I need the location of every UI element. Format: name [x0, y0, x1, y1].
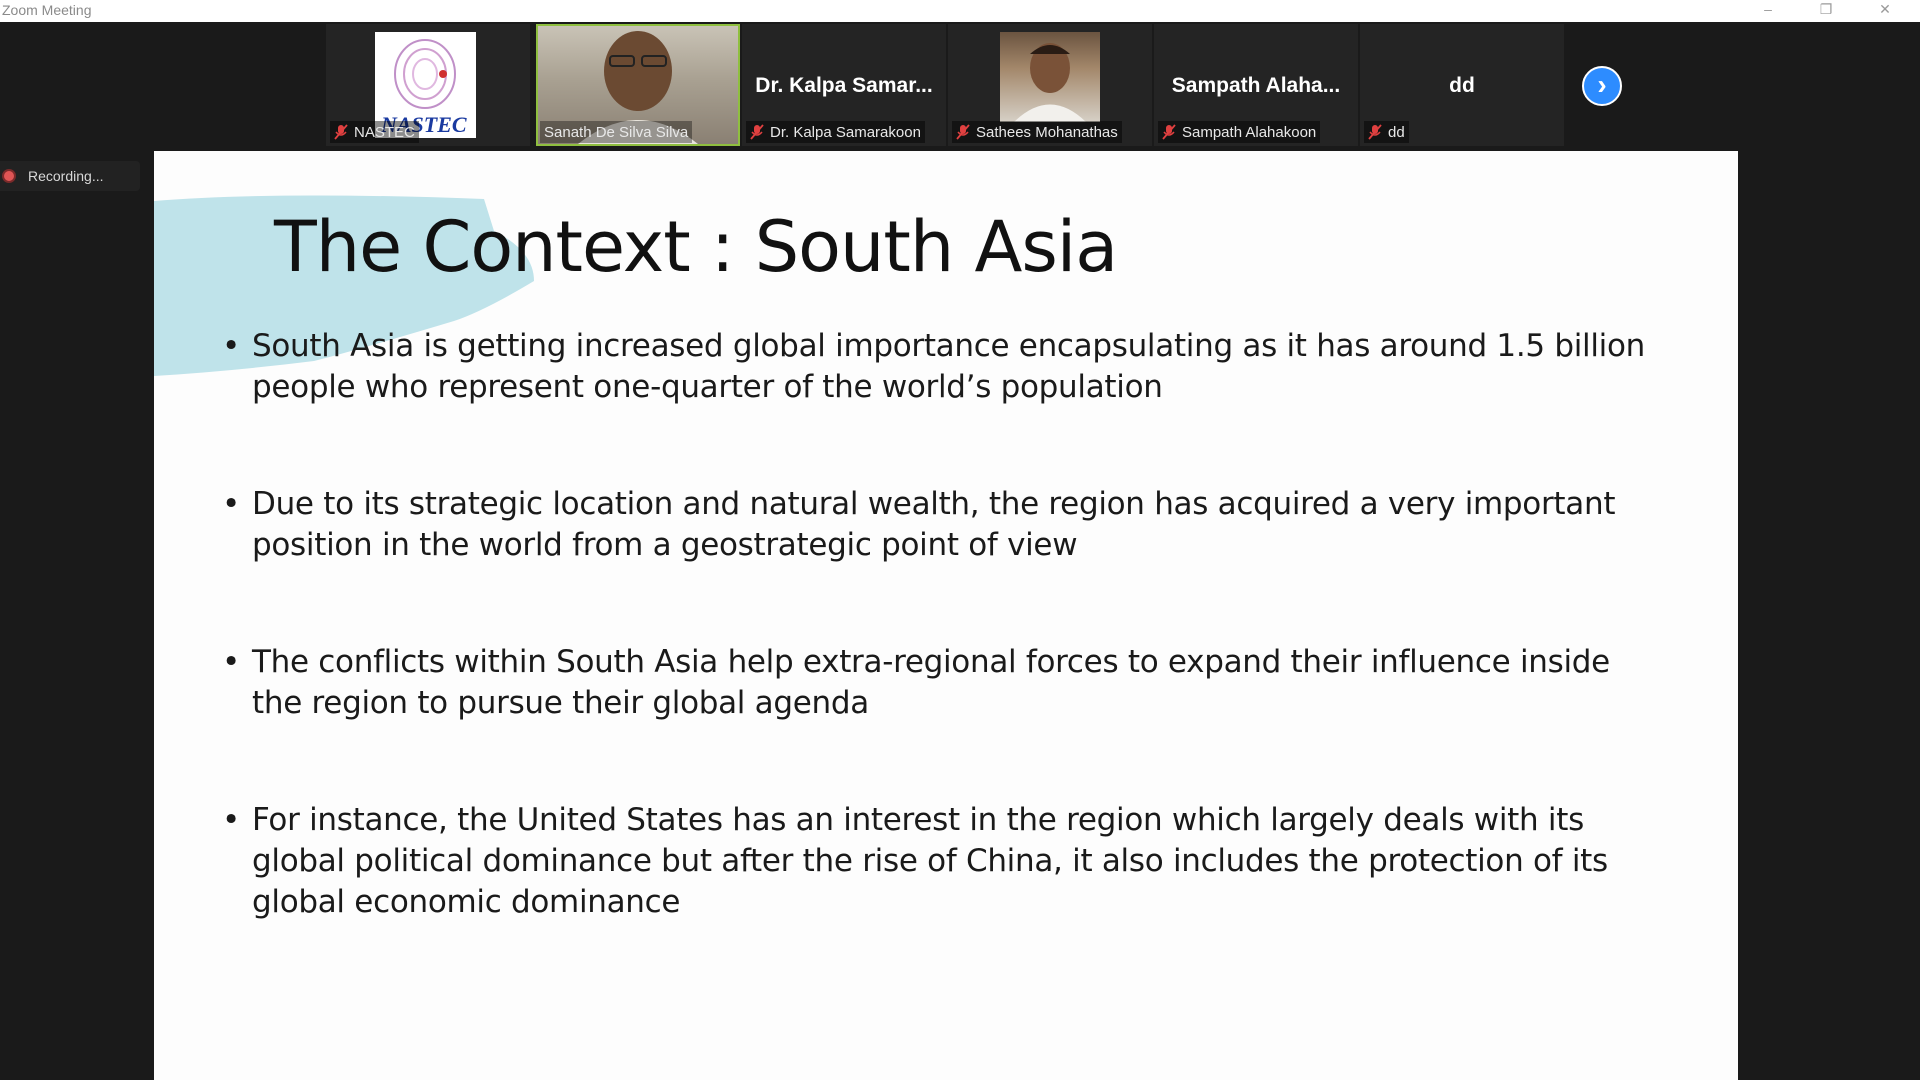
- record-dot-icon: [2, 169, 16, 183]
- mic-muted-icon: [1162, 124, 1176, 140]
- participant-name: NASTEC: [354, 123, 415, 141]
- mic-muted-icon: [750, 124, 764, 140]
- participant-label: dd: [1364, 121, 1409, 143]
- participant-name: Sanath De Silva Silva: [544, 123, 689, 141]
- window-titlebar: Zoom Meeting – ❐ ✕: [0, 0, 1920, 22]
- mic-muted-icon: [1368, 124, 1382, 140]
- participant-tile-nastec[interactable]: NASTEC NASTEC: [326, 24, 530, 146]
- participant-video: [1000, 32, 1100, 122]
- slide-bullet: For instance, the United States has an i…: [222, 800, 1662, 923]
- mic-muted-icon: [956, 124, 970, 140]
- slide-bullet: Due to its strategic location and natura…: [222, 484, 1662, 566]
- participant-name: Sampath Alahakoon: [1182, 123, 1317, 141]
- next-page-button[interactable]: ›: [1582, 66, 1622, 106]
- participant-display-name: Sampath Alaha...: [1171, 74, 1341, 97]
- mic-muted-icon: [334, 124, 348, 140]
- participant-tile-dd[interactable]: dd dd: [1360, 24, 1564, 146]
- participant-tile-sampath[interactable]: Sampath Alaha... Sampath Alahakoon: [1154, 24, 1358, 146]
- maximize-button[interactable]: ❐: [1803, 0, 1849, 22]
- chevron-right-icon: ›: [1597, 69, 1607, 100]
- participant-tile-sanath[interactable]: Sanath De Silva Silva: [536, 24, 740, 146]
- participant-display-name: dd: [1449, 74, 1475, 97]
- close-button[interactable]: ✕: [1862, 0, 1908, 22]
- participant-strip: NASTEC NASTEC Sanath De Silva Silva Dr. …: [0, 22, 1920, 150]
- participant-name: dd: [1388, 123, 1405, 141]
- recording-indicator[interactable]: Recording...: [0, 161, 140, 191]
- shared-slide: The Context : South Asia South Asia is g…: [154, 151, 1738, 1080]
- minimize-button[interactable]: –: [1745, 0, 1791, 22]
- slide-bullet: South Asia is getting increased global i…: [222, 326, 1662, 408]
- participant-tile-sathees[interactable]: Sathees Mohanathas: [948, 24, 1152, 146]
- participant-display-name: Dr. Kalpa Samar...: [755, 74, 933, 97]
- participant-name: Dr. Kalpa Samarakoon: [770, 123, 921, 141]
- window-title: Zoom Meeting: [2, 2, 92, 18]
- slide-bullet: The conflicts within South Asia help ext…: [222, 642, 1662, 724]
- participant-tile-kalpa[interactable]: Dr. Kalpa Samar... Dr. Kalpa Samarakoon: [742, 24, 946, 146]
- participant-label: Sampath Alahakoon: [1158, 121, 1321, 143]
- slide-bullet-list: South Asia is getting increased global i…: [222, 326, 1662, 999]
- participant-label: Sathees Mohanathas: [952, 121, 1122, 143]
- participant-name: Sathees Mohanathas: [976, 123, 1118, 141]
- participant-label: Dr. Kalpa Samarakoon: [746, 121, 925, 143]
- participant-label: Sanath De Silva Silva: [540, 121, 693, 143]
- slide-title: The Context : South Asia: [274, 206, 1118, 288]
- recording-label: Recording...: [28, 168, 104, 184]
- participant-label: NASTEC: [330, 121, 419, 143]
